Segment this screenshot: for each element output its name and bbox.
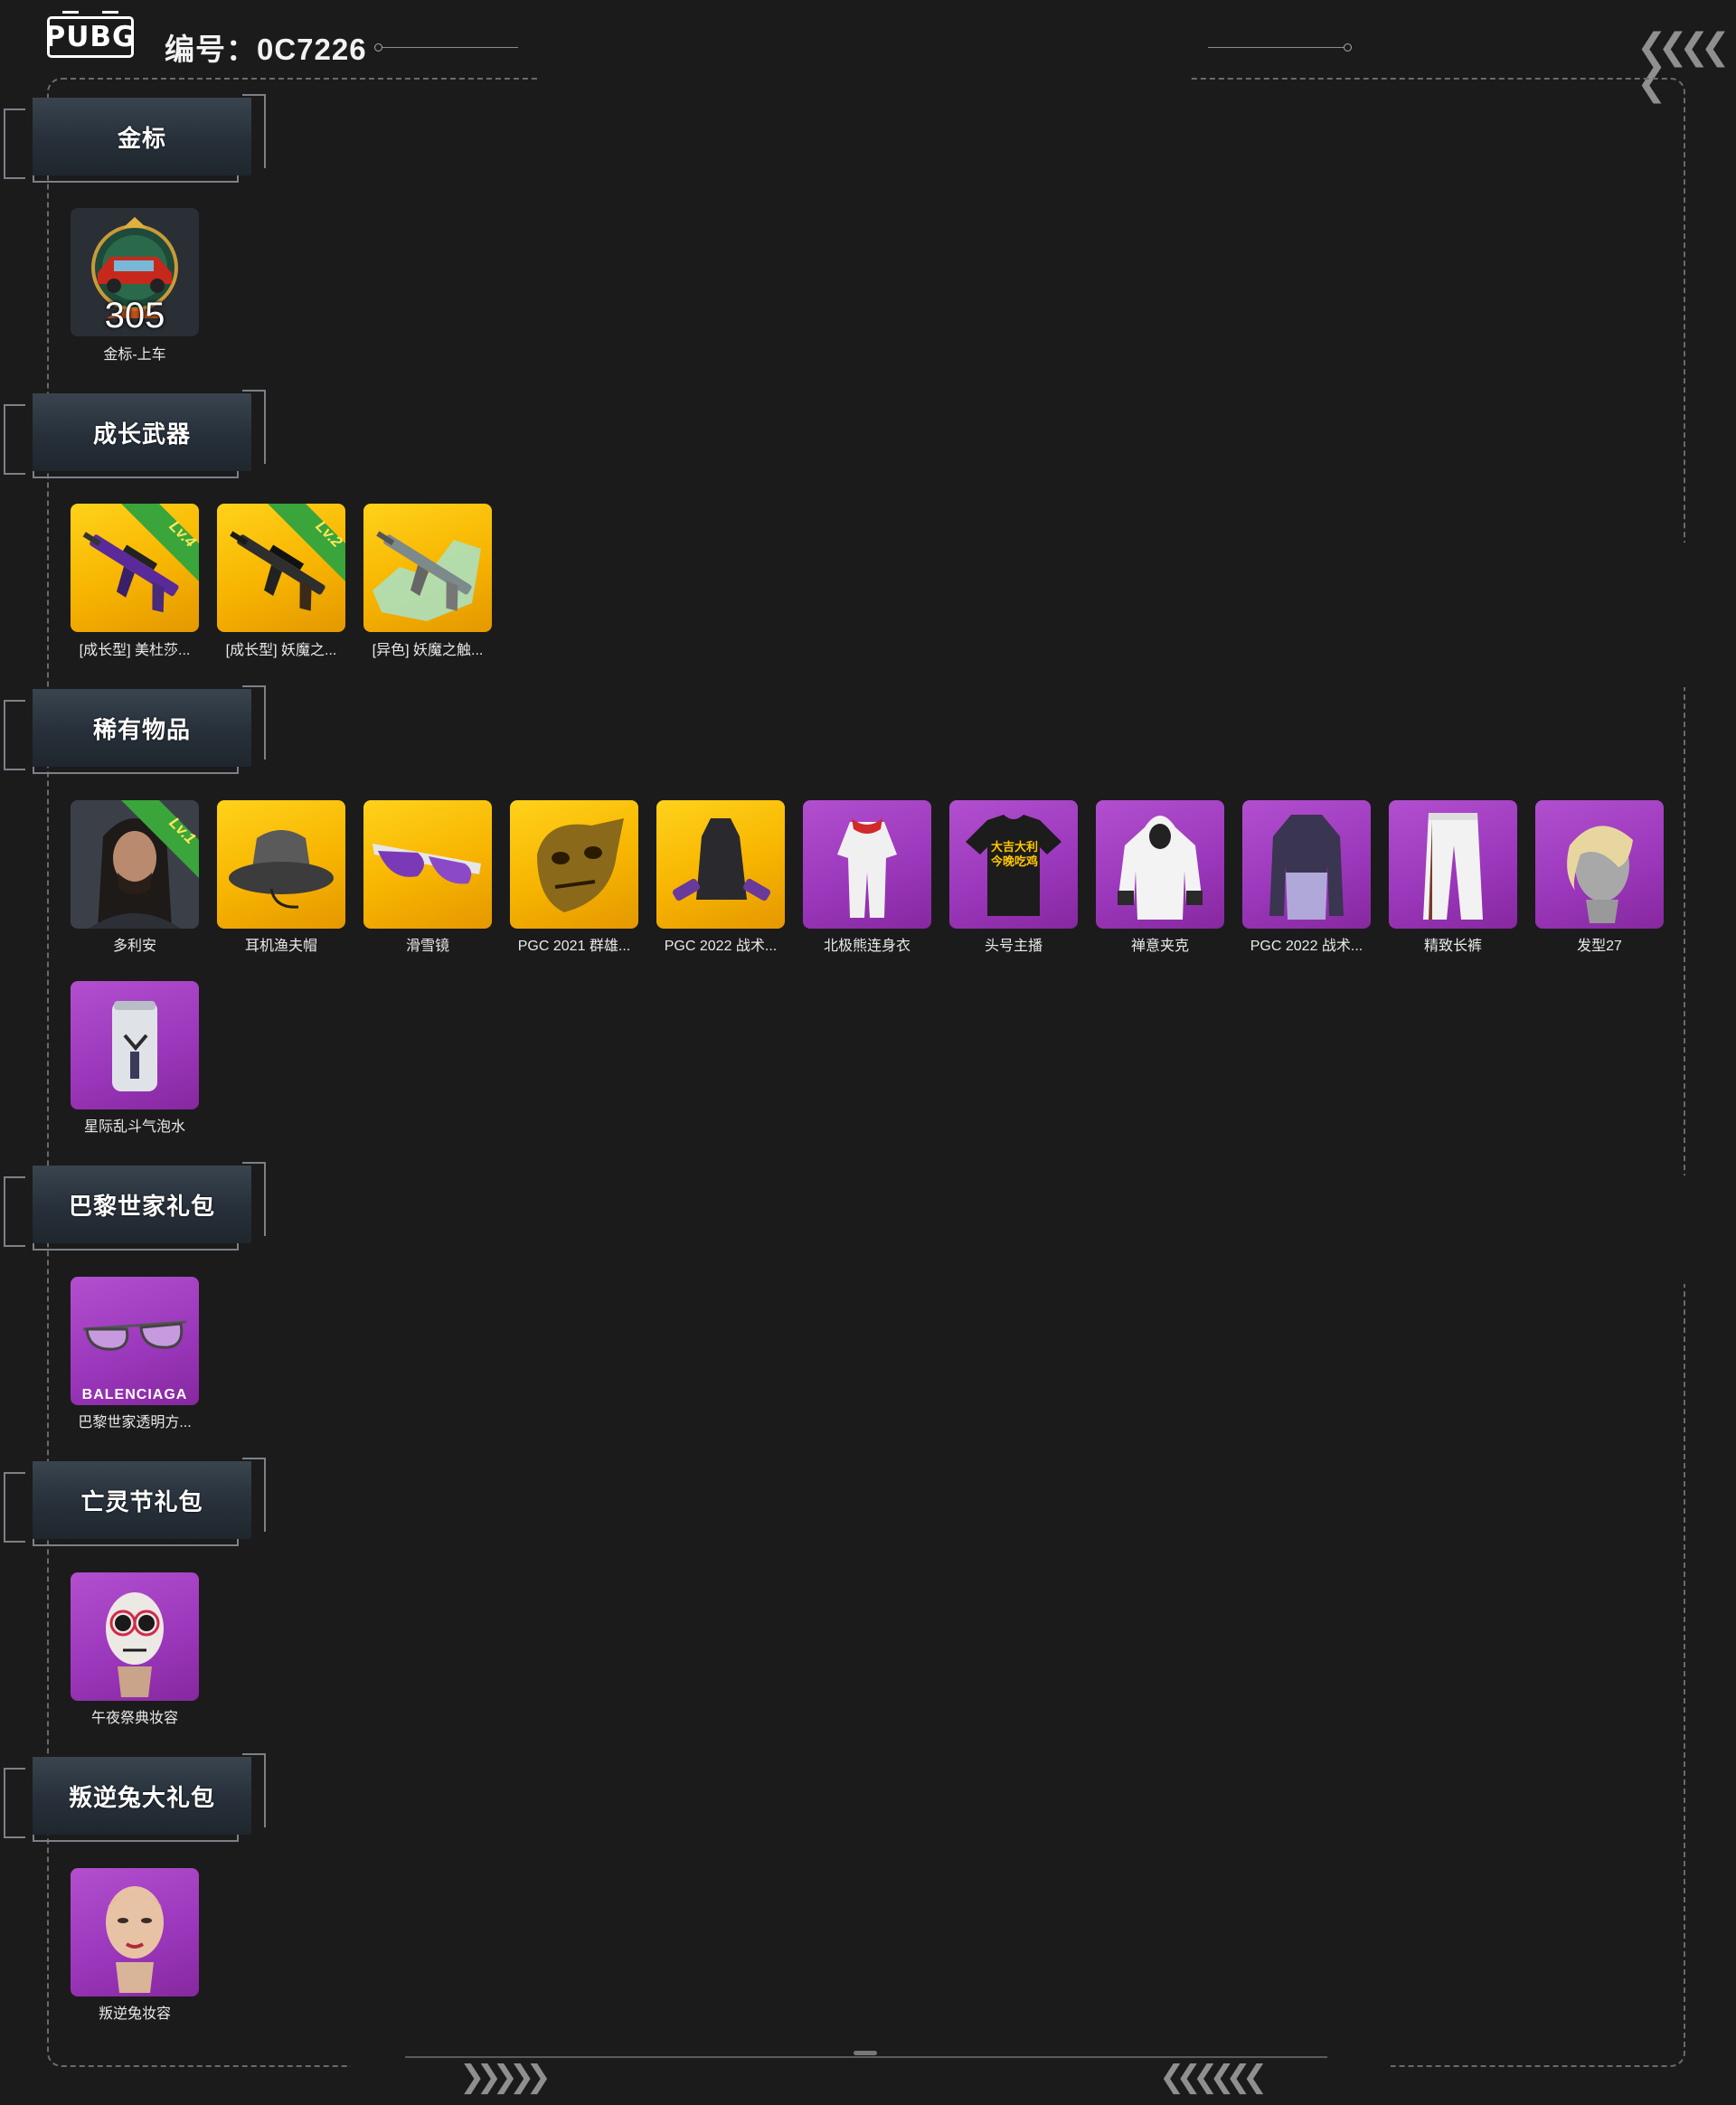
item-name: 北极熊连身衣 [823,939,910,954]
tactical-vest-icon [672,818,771,901]
item-name: [成长型] 美杜莎... [79,643,191,658]
item-card-weapon-2[interactable]: Lv.2 [217,504,345,632]
header-bracket-left [4,700,25,770]
item-card-tshirt[interactable]: 大吉大利今晚吃鸡 [949,800,1078,929]
header-bracket-left [4,404,25,475]
item-name: [异色] 妖魔之触... [372,643,484,658]
header-line-node-left [374,43,382,52]
header-bracket-left [4,1768,25,1838]
item-name: 多利安 [112,939,156,954]
item-name: 巴黎世家透明方... [78,1415,192,1430]
section-title: 稀有物品 [92,715,191,743]
item-card-weapon-3[interactable] [363,504,492,632]
item-name: 头号主播 [984,939,1043,954]
item-name: 禅意夹克 [1130,939,1189,954]
brand-text: BALENCIAGA [81,1387,188,1402]
item-name: PGC 2021 群雄... [517,939,631,954]
header-line-left [382,47,518,48]
section-header: 稀有物品 [33,689,251,767]
header-line-right [1208,47,1344,48]
header-line-node-right [1344,43,1352,52]
header-bracket-left [4,1176,25,1247]
item-name: PGC 2022 战术... [664,939,778,954]
content-frame [47,78,1685,2067]
frame-gap-right-2 [1680,1175,1689,1284]
pants-icon [1423,813,1483,920]
item-name: 滑雪镜 [405,939,449,954]
frame-gap-top [537,74,1190,83]
item-name: PGC 2022 战术... [1250,939,1363,954]
item-card-pants[interactable] [1389,800,1517,929]
section-header: 叛逆兔大礼包 [33,1757,251,1835]
chevrons-right-icon: ❯❯ ❯❯❯ [459,2060,552,2094]
item-card-soda[interactable] [71,981,199,1109]
item-card-rabbit-makeup[interactable] [71,1868,199,1996]
hairstyle-icon [1567,826,1633,923]
item-card-tactical-coat[interactable] [1242,800,1371,929]
section-title: 金标 [117,124,166,152]
soda-can-icon [112,1001,157,1091]
shirt-print-text: 大吉大利今晚吃鸡 [990,840,1038,868]
item-name: 叛逆兔妆容 [98,2006,171,2022]
item-card-character[interactable]: Lv.1 [71,800,199,929]
jumpsuit-icon [837,818,897,918]
item-name: 发型27 [1577,939,1622,954]
gold-badge-value: 305 [104,296,165,335]
female-face-icon [106,1886,164,1993]
section-title: 巴黎世家礼包 [68,1192,215,1220]
bottom-line [405,2056,1327,2058]
item-name: 金标-上车 [103,347,166,363]
chevrons-left-bottom-icon: ❮❮❮❮ ❮❮ [1159,2060,1268,2094]
frame-gap-right [1680,543,1689,687]
coat-icon [1269,815,1344,920]
item-name: 耳机渔夫帽 [244,939,317,954]
item-card-gold-badge[interactable]: 305 [71,208,199,336]
pubg-logo: PUBG [45,11,135,58]
section-header: 巴黎世家礼包 [33,1166,251,1243]
section-header: 亡灵节礼包 [33,1461,251,1539]
assault-rifle-icon [373,531,481,621]
item-name: [成长型] 妖魔之... [225,643,337,658]
section-title: 亡灵节礼包 [80,1487,203,1515]
item-card-hairstyle[interactable] [1535,800,1664,929]
bottom-indicator [854,2051,877,2055]
item-name: 星际乱斗气泡水 [83,1119,185,1135]
hooded-jacket-icon [1118,816,1203,920]
item-card-weapon-1[interactable]: Lv.4 [71,504,199,632]
item-card-skull-makeup[interactable] [71,1572,199,1701]
item-card-polar-suit[interactable] [803,800,931,929]
section-header: 成长武器 [33,393,251,471]
serial-number: 编号：0C7226 [165,33,367,66]
skull-face-icon [106,1592,164,1697]
glasses-icon [82,1320,187,1351]
item-card-goggles[interactable] [363,800,492,929]
section-title: 叛逆兔大礼包 [68,1783,215,1811]
item-card-tactical-gear[interactable] [656,800,785,929]
item-card-jacket[interactable] [1096,800,1224,929]
header-bracket-left [4,1472,25,1543]
item-name: 午夜祭典妆容 [90,1711,178,1726]
item-card-bucket-hat[interactable] [217,800,345,929]
bucket-hat-icon [229,830,334,909]
mask-icon [537,818,624,912]
goggles-icon [373,844,481,884]
section-header: 金标 [33,98,251,175]
item-card-mask[interactable] [510,800,638,929]
header-bracket-left [4,109,25,179]
item-name: 精致长裤 [1423,939,1482,954]
item-card-glasses[interactable]: BALENCIAGA [71,1277,199,1405]
section-title: 成长武器 [92,420,191,448]
